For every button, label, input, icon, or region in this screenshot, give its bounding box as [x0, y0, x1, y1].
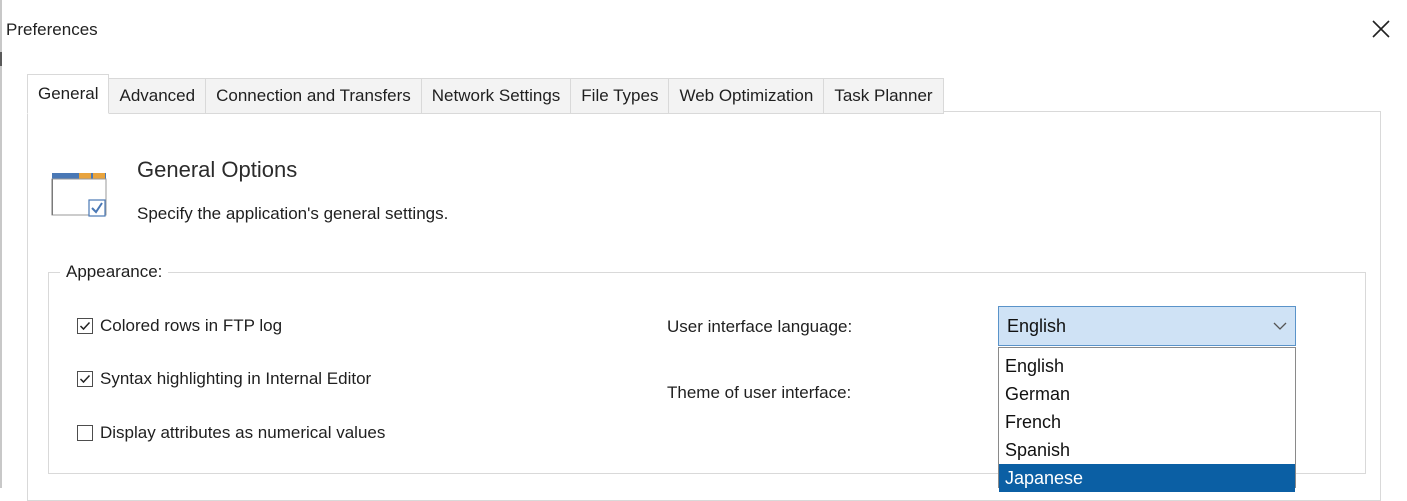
numerical-attributes-checkbox[interactable]: Display attributes as numerical values — [77, 423, 385, 443]
appearance-group-label: Appearance: — [60, 262, 169, 282]
checkbox-checked-icon — [77, 371, 93, 387]
tab-network-settings[interactable]: Network Settings — [421, 78, 572, 114]
language-label: User interface language: — [667, 317, 853, 336]
language-select[interactable]: English — [998, 306, 1296, 346]
language-option-french[interactable]: French — [999, 408, 1295, 436]
page-subtitle: Specify the application's general settin… — [137, 204, 449, 223]
syntax-highlighting-checkbox[interactable]: Syntax highlighting in Internal Editor — [77, 369, 371, 389]
tab-task-planner[interactable]: Task Planner — [824, 78, 944, 114]
general-options-icon — [51, 166, 109, 220]
colored-rows-checkbox[interactable]: Colored rows in FTP log — [77, 316, 282, 336]
tab-advanced[interactable]: Advanced — [109, 78, 207, 114]
tab-connection-and-transfers[interactable]: Connection and Transfers — [206, 78, 422, 114]
language-dropdown-list: English German French Spanish Japanese — [998, 347, 1296, 492]
checkbox-unchecked-icon — [77, 425, 93, 441]
window-edge-mark — [0, 52, 2, 66]
window-title: Preferences — [6, 20, 98, 39]
language-option-german[interactable]: German — [999, 380, 1295, 408]
tab-general[interactable]: General — [27, 74, 110, 114]
close-icon — [1372, 20, 1390, 38]
language-option-english[interactable]: English — [999, 352, 1295, 380]
numerical-attributes-label: Display attributes as numerical values — [100, 423, 386, 442]
theme-label: Theme of user interface: — [667, 383, 852, 402]
language-option-spanish[interactable]: Spanish — [999, 436, 1295, 464]
window-left-edge — [0, 0, 2, 488]
syntax-highlighting-label: Syntax highlighting in Internal Editor — [100, 369, 372, 388]
colored-rows-label: Colored rows in FTP log — [100, 316, 283, 335]
close-button[interactable] — [1366, 14, 1396, 44]
tab-file-types[interactable]: File Types — [571, 78, 670, 114]
language-select-value: English — [1007, 315, 1067, 336]
checkbox-checked-icon — [77, 318, 93, 334]
page-title: General Options — [137, 157, 298, 182]
tab-web-optimization[interactable]: Web Optimization — [669, 78, 825, 114]
tab-bar: General Advanced Connection and Transfer… — [27, 74, 944, 114]
chevron-down-icon — [1265, 322, 1295, 330]
